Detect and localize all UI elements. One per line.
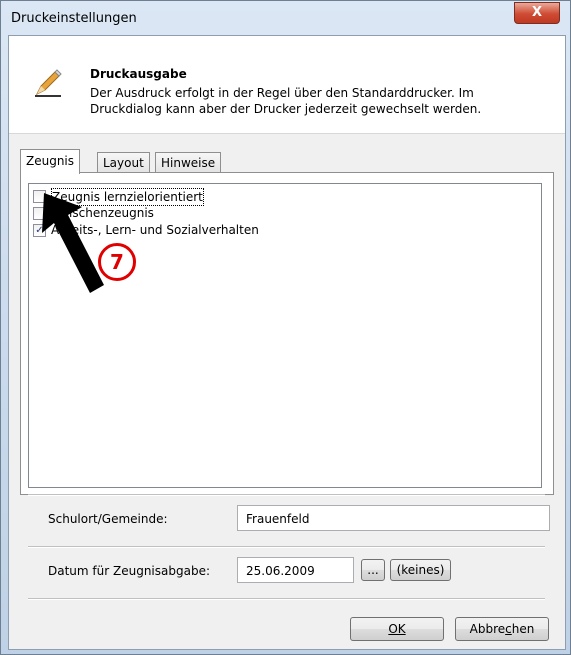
close-icon: X (531, 5, 543, 20)
header-title: Druckausgabe (90, 67, 187, 81)
datum-label: Datum für Zeugnisabgabe: (48, 564, 210, 578)
ok-label: OK (388, 622, 406, 636)
date-picker-button[interactable]: ... (361, 559, 385, 581)
close-button[interactable]: X (514, 2, 560, 24)
header-description-line2: Druckdialog kann aber der Drucker jederz… (90, 102, 482, 116)
tab-layout[interactable]: Layout (97, 152, 150, 173)
ok-button[interactable]: OK (350, 617, 444, 641)
clear-date-button[interactable]: (keines) (390, 559, 451, 581)
dialog-client-area: Druckausgabe Der Ausdruck erfolgt in der… (8, 35, 566, 650)
pencil-icon (35, 69, 62, 97)
list-item[interactable]: Zeugnis lernzielorientiert (33, 188, 535, 206)
divider (28, 494, 545, 496)
cancel-button[interactable]: Abbrechen (455, 617, 549, 641)
cancel-label-mnemonic: c (505, 622, 512, 636)
datum-input[interactable]: 25.06.2009 (237, 557, 354, 583)
header-description-line1: Der Ausdruck erfolgt in der Regel über d… (90, 86, 474, 100)
cancel-label-part: Abbre (469, 622, 506, 636)
annotation-step-badge: 7 (98, 243, 136, 281)
cancel-label-part: hen (511, 622, 535, 636)
schulort-input[interactable]: Frauenfeld (237, 505, 550, 531)
header-banner: Druckausgabe Der Ausdruck erfolgt in der… (9, 36, 565, 134)
tab-hinweise[interactable]: Hinweise (155, 152, 222, 173)
schulort-label: Schulort/Gemeinde: (48, 512, 168, 526)
title-bar[interactable]: Druckeinstellungen X (1, 1, 570, 35)
dialog-window: Druckeinstellungen X Druckausgabe Der Au… (0, 0, 571, 655)
window-title: Druckeinstellungen (11, 11, 137, 26)
tab-zeugnis[interactable]: Zeugnis (20, 149, 81, 174)
divider (28, 546, 545, 548)
divider (28, 598, 545, 600)
annotation-arrow-icon (42, 193, 104, 293)
header-description: Der Ausdruck erfolgt in der Regel über d… (90, 85, 550, 117)
